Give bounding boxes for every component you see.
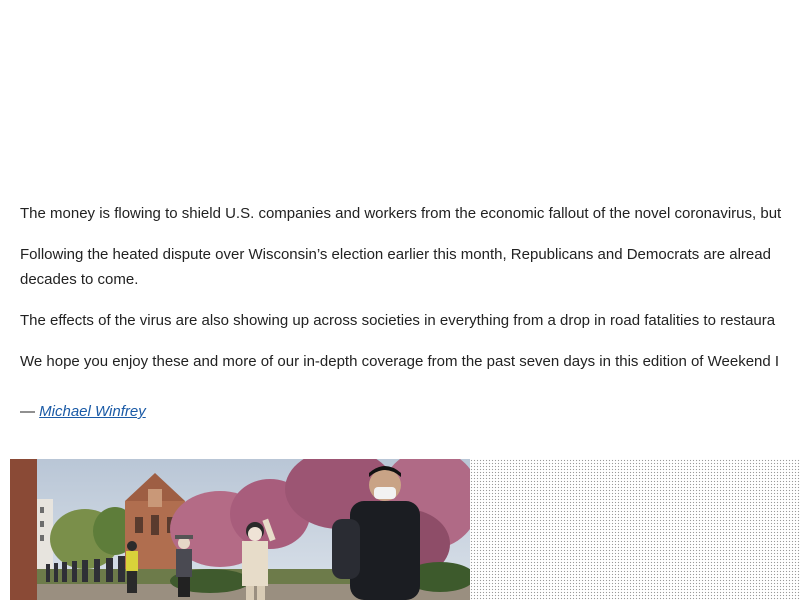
- paragraph-line: The effects of the virus are also showin…: [20, 312, 776, 329]
- signoff-dash: —: [20, 403, 40, 420]
- paragraph-1: The money is flowing to shield U.S. comp…: [20, 201, 781, 226]
- author-signoff: — Michael Winfrey: [20, 399, 146, 424]
- author-link[interactable]: Michael Winfrey: [39, 403, 146, 420]
- paragraph-2: Following the heated dispute over Wiscon…: [20, 242, 771, 292]
- paragraph-line: The money is flowing to shield U.S. comp…: [20, 205, 782, 222]
- article-photo: [10, 459, 470, 600]
- paragraph-line: decades to come.: [20, 271, 139, 288]
- paragraph-3: The effects of the virus are also showin…: [20, 308, 775, 333]
- paragraph-line: We hope you enjoy these and more of our …: [20, 353, 780, 370]
- paragraph-line: Following the heated dispute over Wiscon…: [20, 246, 771, 263]
- article-body: The money is flowing to shield U.S. comp…: [20, 0, 800, 440]
- ad-placeholder: [470, 459, 800, 600]
- paragraph-4: We hope you enjoy these and more of our …: [20, 349, 779, 374]
